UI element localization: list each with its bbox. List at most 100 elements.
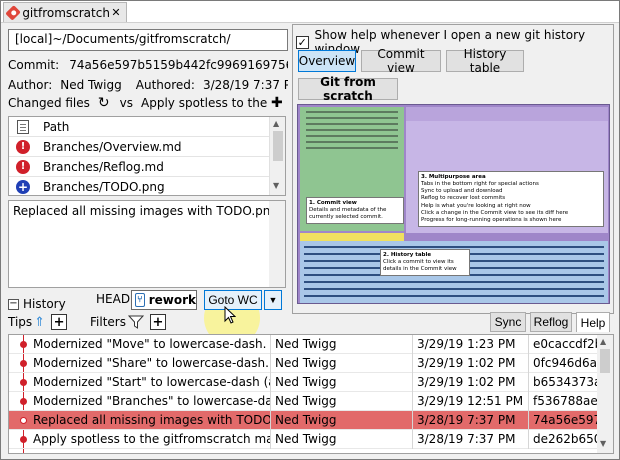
author-cell: Ned Twigg	[271, 429, 413, 449]
authored-value[interactable]: 3/28/19 7:37 PM	[203, 78, 288, 92]
scroll-down-icon[interactable]: ▼	[600, 439, 606, 448]
commit-message-box[interactable]: Replaced all missing images with TODO.pn…	[8, 200, 286, 288]
commit-node	[20, 398, 27, 405]
changed-files-row: Changed files ↻ vs Apply spotless to the…	[8, 94, 290, 112]
scroll-thumb[interactable]	[600, 349, 610, 373]
refresh-icon[interactable]: ↻	[98, 95, 110, 111]
hash-cell: 74a56e597b	[533, 412, 599, 427]
message-scrollbar[interactable]	[269, 201, 285, 287]
commit-message-cell: Modernized "Move" to lowercase-dash.	[9, 335, 271, 354]
filters-label: Filters	[90, 315, 126, 329]
head-branch-chip[interactable]: ⑂ rework	[131, 290, 197, 310]
date-cell: 3/29/19 1:02 PM	[413, 372, 529, 392]
commit-message-cell: Modernized "Branches" to lowercase-dash.	[9, 391, 271, 411]
table-row[interactable]: Modernized "Move" to lowercase-dash. Ned…	[9, 335, 599, 354]
preview-line: Progress for long-running operations is …	[421, 216, 562, 223]
document-icon	[17, 119, 29, 134]
tab-overview[interactable]: Overview	[298, 50, 356, 72]
help-tab[interactable]: Help	[576, 312, 610, 332]
added-icon: +	[16, 180, 30, 194]
tab-history-table[interactable]: History table	[446, 47, 524, 75]
file-name: Branches/Overview.md	[43, 139, 182, 154]
commit-node	[20, 341, 27, 348]
reflog-tab[interactable]: Reflog	[530, 312, 572, 332]
scroll-up-icon[interactable]: ▲	[273, 119, 279, 128]
changed-files-list: Path ! Branches/Overview.md ! Branches/R…	[8, 116, 286, 196]
table-row[interactable]: Apply spotless to the gitfromscratch mar…	[9, 429, 599, 449]
filters-row: Filters +	[90, 314, 166, 330]
minus-icon[interactable]: −	[8, 298, 19, 310]
tips-arrow-icon[interactable]: ⇑	[34, 315, 45, 330]
file-name: Branches/Reflog.md	[43, 159, 164, 174]
file-row[interactable]: ! Branches/Reflog.md	[9, 157, 271, 177]
tab-commit-view[interactable]: Commit view	[361, 47, 441, 75]
scroll-up-icon[interactable]: ▲	[600, 337, 606, 346]
vs-label: vs	[119, 96, 133, 110]
goto-dropdown-button[interactable]: ▼	[264, 290, 282, 310]
commit-message-cell: Apply spotless to the gitfromscratch mar…	[9, 429, 271, 449]
preview-line: Tabs in the bottom right for special act…	[421, 181, 539, 188]
table-row-selected[interactable]: Replaced all missing images with TODO.pn…	[9, 410, 599, 430]
preview-commit-view-card: 1. Commit view Details and metadata of t…	[306, 197, 404, 225]
close-icon[interactable]: ✕	[110, 6, 122, 20]
git-app-icon	[5, 4, 22, 21]
add-tip-button[interactable]: +	[51, 314, 68, 330]
date-cell: 3/29/19 1:23 PM	[413, 335, 529, 354]
scroll-thumb[interactable]	[273, 131, 283, 161]
git-from-scratch-button[interactable]: Git from scratch	[298, 75, 398, 103]
commit-hash[interactable]: 74a56e597b5159b442fc99691697567704872	[69, 58, 288, 72]
file-name: Branches/TODO.png	[43, 180, 165, 194]
hash-cell: de262b650a	[533, 431, 599, 446]
author-value[interactable]: Ned Twigg	[60, 78, 122, 92]
tab-title: gitfromscratch	[22, 5, 110, 20]
preview-line: Help is what you're looking at right now	[421, 202, 531, 209]
author-cell: Ned Twigg	[271, 391, 413, 411]
date-cell: 3/28/19 7:37 PM	[413, 429, 529, 449]
file-list-scrollbar[interactable]: ▲ ▼	[269, 117, 285, 195]
preview-line: Click a change in the Commit view to see…	[421, 209, 569, 216]
commit-row: Commit: 74a56e597b5159b442fc996916975677…	[8, 56, 288, 74]
commit-node	[20, 360, 27, 367]
branch-name: rework	[148, 293, 196, 307]
tab-bar: gitfromscratch ✕	[1, 1, 619, 23]
help-overview-image: 1. Commit view Details and metadata of t…	[297, 104, 610, 304]
sync-tab[interactable]: Sync	[490, 312, 526, 332]
check-icon[interactable]: ✓	[296, 35, 309, 49]
file-row[interactable]: ! Branches/Overview.md	[9, 137, 271, 157]
tab-gitfromscratch[interactable]: gitfromscratch ✕	[3, 2, 127, 22]
date-cell: 3/28/19 7:37 PM	[413, 410, 529, 430]
author-label: Author:	[8, 78, 53, 92]
commit-message-cell: Replaced all missing images with TODO.pn…	[9, 410, 271, 430]
tips-label: Tips	[8, 315, 33, 329]
commit-message: Replaced all missing images with TODO.pn…	[13, 204, 278, 218]
commit-node-selected	[20, 417, 27, 424]
history-scrollbar[interactable]: ▲ ▼	[597, 335, 613, 453]
history-collapse-toggle[interactable]: − History	[8, 296, 66, 312]
vs-commit-value[interactable]: Apply spotless to the gitfrom	[141, 96, 269, 110]
file-row[interactable]: + Branches/TODO.png	[9, 177, 271, 197]
branch-icon: ⑂	[135, 293, 145, 307]
commit-message-cell: Modernized "Start" to lowercase-dash (an…	[9, 372, 271, 392]
filter-icon[interactable]	[127, 315, 144, 329]
table-row[interactable]: Modernized "Share" to lowercase-dash. Ne…	[9, 353, 599, 373]
table-row[interactable]: Modernized "Start" to lowercase-dash (an…	[9, 372, 599, 392]
commit-label: Commit:	[8, 58, 60, 72]
commit-node	[20, 436, 27, 443]
add-filter-button[interactable]: +	[149, 314, 166, 330]
preview-line: Sync to upload and download	[421, 188, 503, 195]
date-cell: 3/29/19 1:02 PM	[413, 353, 529, 373]
plus-icon[interactable]: ✚	[271, 95, 283, 111]
preview-history-toolbar	[300, 233, 404, 241]
preview-history-title: 2. History table	[383, 252, 432, 258]
head-label: HEAD	[96, 292, 131, 306]
hash-cell: b6534373a2	[533, 374, 599, 389]
history-table: Modernized "Move" to lowercase-dash. Ned…	[8, 334, 614, 454]
preview-tabs	[406, 107, 608, 121]
commit-message-cell: Modernized "Share" to lowercase-dash.	[9, 353, 271, 373]
hash-cell: f536788ae0	[533, 393, 599, 408]
scroll-down-icon[interactable]: ▼	[273, 181, 279, 190]
table-row[interactable]: Modernized "Branches" to lowercase-dash.…	[9, 391, 599, 411]
repo-path-field[interactable]: [local]~/Documents/gitfromscratch/	[8, 29, 288, 51]
path-column-header[interactable]: Path	[37, 120, 69, 134]
preview-history-body: Click a commit to view its details in th…	[383, 259, 457, 273]
